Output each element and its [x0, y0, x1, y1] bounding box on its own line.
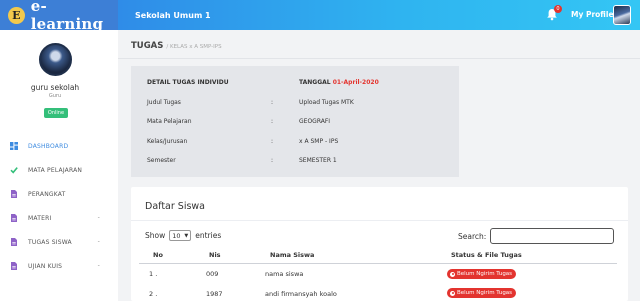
row-nis: 1987: [206, 290, 223, 298]
sidebar-item-ujian-kuis[interactable]: UJIAN KUIS -: [0, 254, 118, 278]
expand-icon: -: [97, 214, 100, 221]
expand-icon: -: [97, 238, 100, 245]
detail-value: Upload Tugas MTK: [299, 99, 354, 106]
table-header-divider: [139, 263, 617, 264]
sidebar-item-label: TUGAS SISWA: [28, 238, 72, 246]
detail-colon: :: [271, 118, 274, 125]
entries-length-control: Show 10 ▼ entries: [145, 230, 221, 241]
detail-label: Judul Tugas: [147, 99, 181, 106]
sidebar-menu: DASHBOARD MATA PELAJARAN PERANGKAT MATER…: [0, 134, 118, 278]
page-title-text: TUGAS: [131, 41, 164, 51]
sidebar: guru sekolah Guru Online DASHBOARD MATA …: [0, 30, 118, 301]
row-nis: 009: [206, 270, 219, 278]
date-label: TANGGAL: [299, 79, 331, 86]
sidebar-item-label: PERANGKAT: [28, 190, 66, 198]
breadcrumb: / KELAS x A SMP-IPS: [166, 44, 222, 50]
date-value: 01-April-2020: [332, 79, 379, 86]
brand-logo-icon: E: [8, 6, 25, 24]
row-name: nama siswa: [265, 270, 304, 278]
detail-value: SEMESTER 1: [299, 157, 337, 164]
title-divider: [118, 58, 640, 59]
row-no: 2 .: [149, 290, 158, 298]
file-icon: [11, 190, 17, 198]
alert-icon: [450, 290, 455, 296]
column-header-status[interactable]: Status & File Tugas: [451, 251, 522, 259]
page-title: TUGAS / KELAS x A SMP-IPS: [131, 41, 222, 51]
status-badge[interactable]: Belum Ngirim Tugas: [447, 269, 517, 279]
brand[interactable]: E e-learning: [0, 0, 118, 33]
file-icon: [11, 262, 17, 270]
header-bar: Sekolah Umum 1 0 My Profile: [118, 0, 640, 30]
sidebar-item-label: DASHBOARD: [28, 142, 69, 150]
student-list-card: Daftar Siswa Show 10 ▼ entries Search: N…: [131, 187, 628, 301]
notification-count-badge: 0: [554, 5, 562, 13]
card-divider: [131, 220, 628, 221]
status-badge[interactable]: Belum Ngirim Tugas: [447, 288, 517, 298]
status-text: Belum Ngirim Tugas: [457, 290, 513, 296]
row-no: 1 .: [149, 270, 158, 278]
detail-colon: :: [271, 138, 274, 145]
user-role: Guru: [48, 93, 62, 99]
sidebar-item-label: UJIAN KUIS: [28, 262, 63, 270]
column-header-nama-siswa[interactable]: Nama Siswa: [270, 251, 314, 259]
user-avatar: [39, 43, 72, 76]
brand-name: e-learning: [30, 0, 104, 33]
profile-avatar[interactable]: [613, 5, 631, 25]
detail-colon: :: [271, 99, 274, 106]
sidebar-item-label: MATERI: [28, 214, 52, 222]
entries-label: entries: [195, 231, 222, 240]
top-navbar: E e-learning Sekolah Umum 1 0 My Profile: [0, 0, 640, 33]
check-icon: [10, 167, 18, 174]
detail-value: x A SMP - IPS: [299, 138, 339, 145]
my-profile-link[interactable]: My Profile: [571, 10, 614, 19]
alert-icon: [450, 271, 455, 277]
entries-value: 10: [172, 231, 181, 240]
search-input[interactable]: [490, 228, 614, 244]
expand-icon: -: [97, 262, 100, 269]
file-icon: [11, 214, 17, 222]
detail-value: GEOGRAFI: [299, 118, 331, 125]
file-icon: [11, 238, 17, 246]
detail-heading: DETAIL TUGAS INDIVIDU: [147, 79, 229, 86]
detail-label: Kelas/Jurusan: [147, 138, 188, 145]
column-header-nis[interactable]: Nis: [209, 251, 221, 259]
search-label: Search:: [458, 232, 487, 241]
task-detail-panel: DETAIL TUGAS INDIVIDU TANGGAL 01-April-2…: [131, 66, 459, 177]
sidebar-item-tugas-siswa[interactable]: TUGAS SISWA -: [0, 230, 118, 254]
sidebar-item-materi[interactable]: MATERI -: [0, 206, 118, 230]
detail-label: Semester: [147, 157, 176, 164]
school-name: Sekolah Umum 1: [135, 10, 211, 20]
detail-label: Mata Pelajaran: [147, 118, 192, 125]
show-label: Show: [145, 231, 166, 240]
online-status-badge: Online: [44, 108, 68, 118]
detail-colon: :: [271, 157, 274, 164]
status-text: Belum Ngirim Tugas: [457, 271, 513, 277]
entries-select[interactable]: 10 ▼: [169, 230, 192, 241]
card-title: Daftar Siswa: [145, 201, 205, 212]
dashboard-icon: [10, 142, 18, 150]
row-name: andi firmansyah koalo: [265, 290, 337, 298]
sidebar-item-dashboard[interactable]: DASHBOARD: [0, 134, 118, 158]
user-name: guru sekolah: [30, 83, 80, 92]
date-field: TANGGAL 01-April-2020: [299, 79, 379, 86]
sidebar-item-mata-pelajaran[interactable]: MATA PELAJARAN: [0, 158, 118, 182]
column-header-no[interactable]: No: [153, 251, 163, 259]
chevron-down-icon: ▼: [184, 232, 189, 239]
sidebar-item-label: MATA PELAJARAN: [28, 166, 83, 174]
sidebar-item-perangkat[interactable]: PERANGKAT: [0, 182, 118, 206]
